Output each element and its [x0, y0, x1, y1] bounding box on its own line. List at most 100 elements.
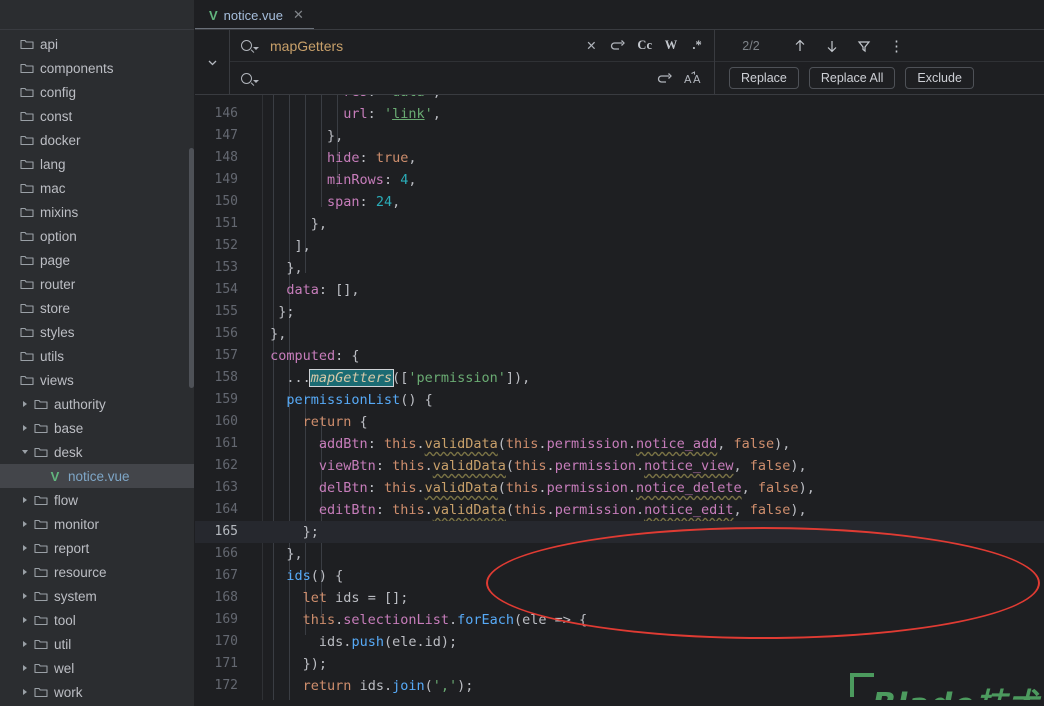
code-editor[interactable]: 145 res: 'data',146 url: 'link',147 },14…: [195, 95, 1044, 700]
code-line[interactable]: 146 url: 'link',: [195, 103, 1044, 125]
tree-item-mixins[interactable]: mixins: [0, 200, 195, 224]
code-line[interactable]: 159 permissionList() {: [195, 389, 1044, 411]
code-line[interactable]: 156 },: [195, 323, 1044, 345]
tree-item-system[interactable]: system: [0, 584, 195, 608]
tree-item-wel[interactable]: wel: [0, 656, 195, 680]
code-line[interactable]: 172 return ids.join(',');: [195, 675, 1044, 697]
tree-item-report[interactable]: report: [0, 536, 195, 560]
regex-toggle[interactable]: .*: [690, 36, 704, 56]
tree-item-base[interactable]: base: [0, 416, 195, 440]
code-line[interactable]: 150 span: 24,: [195, 191, 1044, 213]
tree-item-desk[interactable]: desk: [0, 440, 195, 464]
folder-icon: [18, 374, 36, 386]
code-line[interactable]: 169 this.selectionList.forEach(ele => {: [195, 609, 1044, 631]
code-line[interactable]: 168 let ids = [];: [195, 587, 1044, 609]
chevron-right-icon[interactable]: [18, 641, 32, 647]
code-line[interactable]: 164 editBtn: this.validData(this.permiss…: [195, 499, 1044, 521]
chevron-right-icon[interactable]: [18, 425, 32, 431]
chevron-right-icon[interactable]: [18, 497, 32, 503]
code-line[interactable]: 167 ids() {: [195, 565, 1044, 587]
tree-item-config[interactable]: config: [0, 80, 195, 104]
tree-item-utils[interactable]: utils: [0, 344, 195, 368]
clear-search-icon[interactable]: ✕: [584, 36, 598, 56]
exclude-button[interactable]: Exclude: [905, 67, 974, 89]
tree-item-tool[interactable]: tool: [0, 608, 195, 632]
chevron-right-icon[interactable]: [18, 545, 32, 551]
folder-icon: [18, 134, 36, 146]
more-options-icon[interactable]: ⋮: [889, 36, 904, 56]
chevron-right-icon[interactable]: [18, 689, 32, 695]
code-line[interactable]: 155 };: [195, 301, 1044, 323]
chevron-down-icon[interactable]: [195, 30, 229, 94]
chevron-right-icon[interactable]: [18, 521, 32, 527]
tree-item-const[interactable]: const: [0, 104, 195, 128]
tree-item-notice-vue[interactable]: Vnotice.vue: [0, 464, 195, 488]
chevron-right-icon[interactable]: [18, 401, 32, 407]
code-line[interactable]: 147 },: [195, 125, 1044, 147]
prev-match-icon[interactable]: [793, 36, 807, 56]
tree-item-router[interactable]: router: [0, 272, 195, 296]
close-icon[interactable]: ✕: [293, 7, 304, 23]
code-line[interactable]: 151 },: [195, 213, 1044, 235]
code-line[interactable]: 153 },: [195, 257, 1044, 279]
preserve-case-icon[interactable]: A A: [684, 68, 704, 88]
filter-icon[interactable]: [857, 36, 871, 56]
code-line[interactable]: 158 ...mapGetters(['permission']),: [195, 367, 1044, 389]
search-history-icon[interactable]: [610, 36, 626, 56]
tree-item-docker[interactable]: docker: [0, 128, 195, 152]
code-line[interactable]: 145 res: 'data',: [195, 95, 1044, 103]
replace-history-icon[interactable]: [657, 68, 672, 88]
next-match-icon[interactable]: [825, 36, 839, 56]
code-line[interactable]: 170 ids.push(ele.id);: [195, 631, 1044, 653]
whole-words-toggle[interactable]: W: [664, 36, 678, 56]
tree-item-authority[interactable]: authority: [0, 392, 195, 416]
chevron-right-icon[interactable]: [18, 617, 32, 623]
chevron-right-icon[interactable]: [18, 593, 32, 599]
match-case-toggle[interactable]: Cc: [637, 36, 652, 56]
line-number: 155: [214, 304, 238, 319]
code-line[interactable]: 160 return {: [195, 411, 1044, 433]
svg-text:A: A: [693, 73, 701, 85]
tree-item-lang[interactable]: lang: [0, 152, 195, 176]
tree-item-styles[interactable]: styles: [0, 320, 195, 344]
tree-item-flow[interactable]: flow: [0, 488, 195, 512]
tree-item-resource[interactable]: resource: [0, 560, 195, 584]
code-line[interactable]: 163 delBtn: this.validData(this.permissi…: [195, 477, 1044, 499]
replace-input[interactable]: [270, 70, 657, 86]
code-line[interactable]: 152 ],: [195, 235, 1044, 257]
tree-item-page[interactable]: page: [0, 248, 195, 272]
tree-item-store[interactable]: store: [0, 296, 195, 320]
code-line[interactable]: 171 });: [195, 653, 1044, 675]
code-line[interactable]: 157 computed: {: [195, 345, 1044, 367]
code-line[interactable]: 149 minRows: 4,: [195, 169, 1044, 191]
replace-button[interactable]: Replace: [729, 67, 799, 89]
tree-item-work[interactable]: work: [0, 680, 195, 704]
search-icon[interactable]: [230, 40, 270, 51]
tree-item-option[interactable]: option: [0, 224, 195, 248]
folder-icon: [32, 422, 50, 434]
code-line[interactable]: 165 };: [195, 521, 1044, 543]
chevron-right-icon[interactable]: [18, 665, 32, 671]
code-line[interactable]: 154 data: [],: [195, 279, 1044, 301]
code-line[interactable]: 166 },: [195, 543, 1044, 565]
chevron-right-icon[interactable]: [18, 569, 32, 575]
line-number: 166: [214, 546, 238, 561]
replace-all-button[interactable]: Replace All: [808, 67, 896, 89]
search-input[interactable]: [270, 37, 585, 54]
tree-item-util[interactable]: util: [0, 632, 195, 656]
code-line[interactable]: 162 viewBtn: this.validData(this.permiss…: [195, 455, 1044, 477]
tree-item-components[interactable]: components: [0, 56, 195, 80]
tab-notice-vue[interactable]: V notice.vue ✕: [195, 0, 314, 30]
tree-item-mac[interactable]: mac: [0, 176, 195, 200]
tree-item-monitor[interactable]: monitor: [0, 512, 195, 536]
line-number: 161: [214, 436, 238, 451]
tree-item-api[interactable]: api: [0, 32, 195, 56]
replace-search-icon[interactable]: [230, 72, 270, 84]
tree-item-views[interactable]: views: [0, 368, 195, 392]
code-lines[interactable]: 145 res: 'data',146 url: 'link',147 },14…: [195, 95, 1044, 697]
file-tree[interactable]: api components config const docker lang mac mix…: [0, 30, 195, 704]
chevron-down-icon[interactable]: [18, 450, 32, 454]
code-line[interactable]: 148 hide: true,: [195, 147, 1044, 169]
code-text: });: [262, 656, 328, 672]
code-line[interactable]: 161 addBtn: this.validData(this.permissi…: [195, 433, 1044, 455]
